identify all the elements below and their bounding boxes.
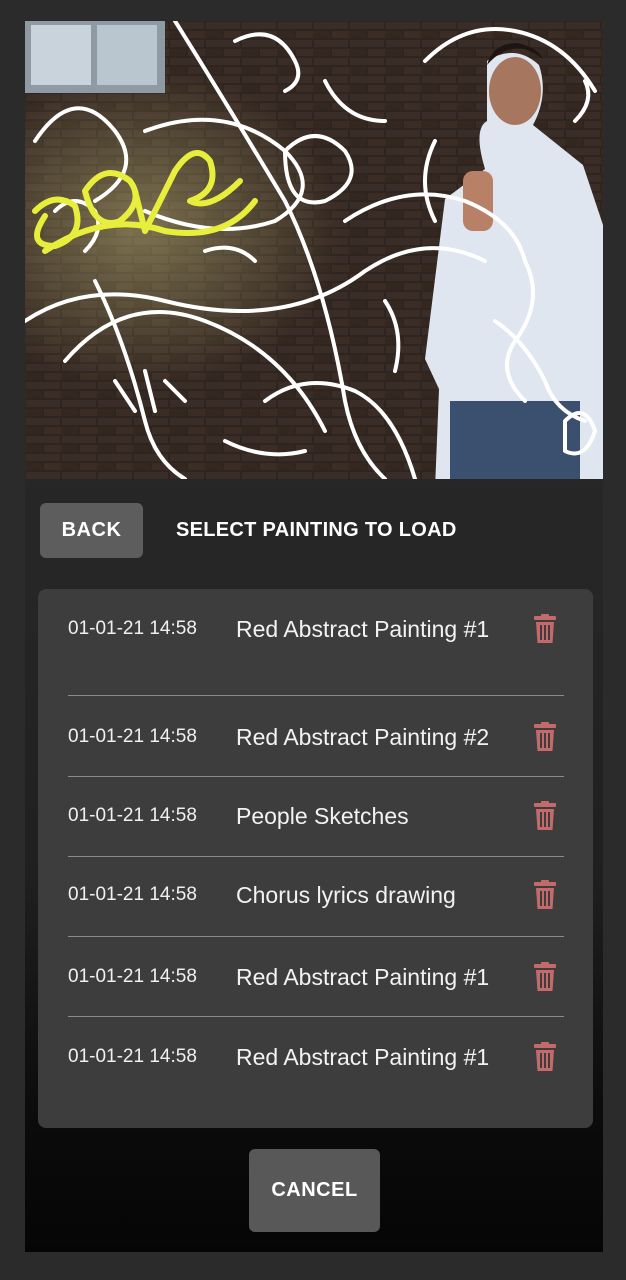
load-painting-dialog: BACK SELECT PAINTING TO LOAD 01-01-21 14…	[25, 21, 603, 1252]
painting-timestamp: 01-01-21 14:58	[68, 884, 197, 905]
painting-name: People Sketches	[236, 802, 409, 829]
preview-sketch-overlay	[25, 21, 603, 479]
painting-name: Red Abstract Painting #1	[236, 1043, 490, 1070]
painting-timestamp: 01-01-21 14:58	[68, 726, 197, 747]
painting-list-item[interactable]: 01-01-21 14:58 Red Abstract Painting #2	[68, 697, 564, 777]
painting-list-item[interactable]: 01-01-21 14:58 Chorus lyrics drawing	[68, 855, 564, 935]
painting-list-item[interactable]: 01-01-21 14:58 People Sketches	[68, 776, 564, 856]
painting-timestamp: 01-01-21 14:58	[68, 618, 197, 639]
trash-icon[interactable]	[532, 1041, 558, 1073]
painting-timestamp: 01-01-21 14:58	[68, 966, 197, 987]
cancel-button[interactable]: CANCEL	[249, 1149, 380, 1232]
painting-list-item[interactable]: 01-01-21 14:58 Red Abstract Painting #1	[68, 589, 564, 669]
painting-name: Red Abstract Painting #2	[236, 723, 490, 750]
painting-name: Red Abstract Painting #1	[236, 963, 490, 990]
painting-timestamp: 01-01-21 14:58	[68, 805, 197, 826]
painting-preview-image	[25, 21, 603, 479]
trash-icon[interactable]	[532, 721, 558, 753]
page-title: SELECT PAINTING TO LOAD	[176, 519, 457, 541]
trash-icon[interactable]	[532, 879, 558, 911]
back-button[interactable]: BACK	[40, 503, 143, 558]
painting-name: Red Abstract Painting #1	[236, 615, 490, 642]
painting-list: 01-01-21 14:58 Red Abstract Painting #1 …	[38, 589, 593, 1128]
list-divider	[68, 695, 564, 696]
painting-list-item[interactable]: 01-01-21 14:58 Red Abstract Painting #1	[68, 1017, 564, 1097]
trash-icon[interactable]	[532, 613, 558, 645]
painting-name: Chorus lyrics drawing	[236, 881, 456, 908]
trash-icon[interactable]	[532, 800, 558, 832]
dialog-header: BACK SELECT PAINTING TO LOAD	[40, 503, 588, 559]
painting-list-item[interactable]: 01-01-21 14:58 Red Abstract Painting #1	[68, 937, 564, 1017]
trash-icon[interactable]	[532, 961, 558, 993]
painting-timestamp: 01-01-21 14:58	[68, 1046, 197, 1067]
